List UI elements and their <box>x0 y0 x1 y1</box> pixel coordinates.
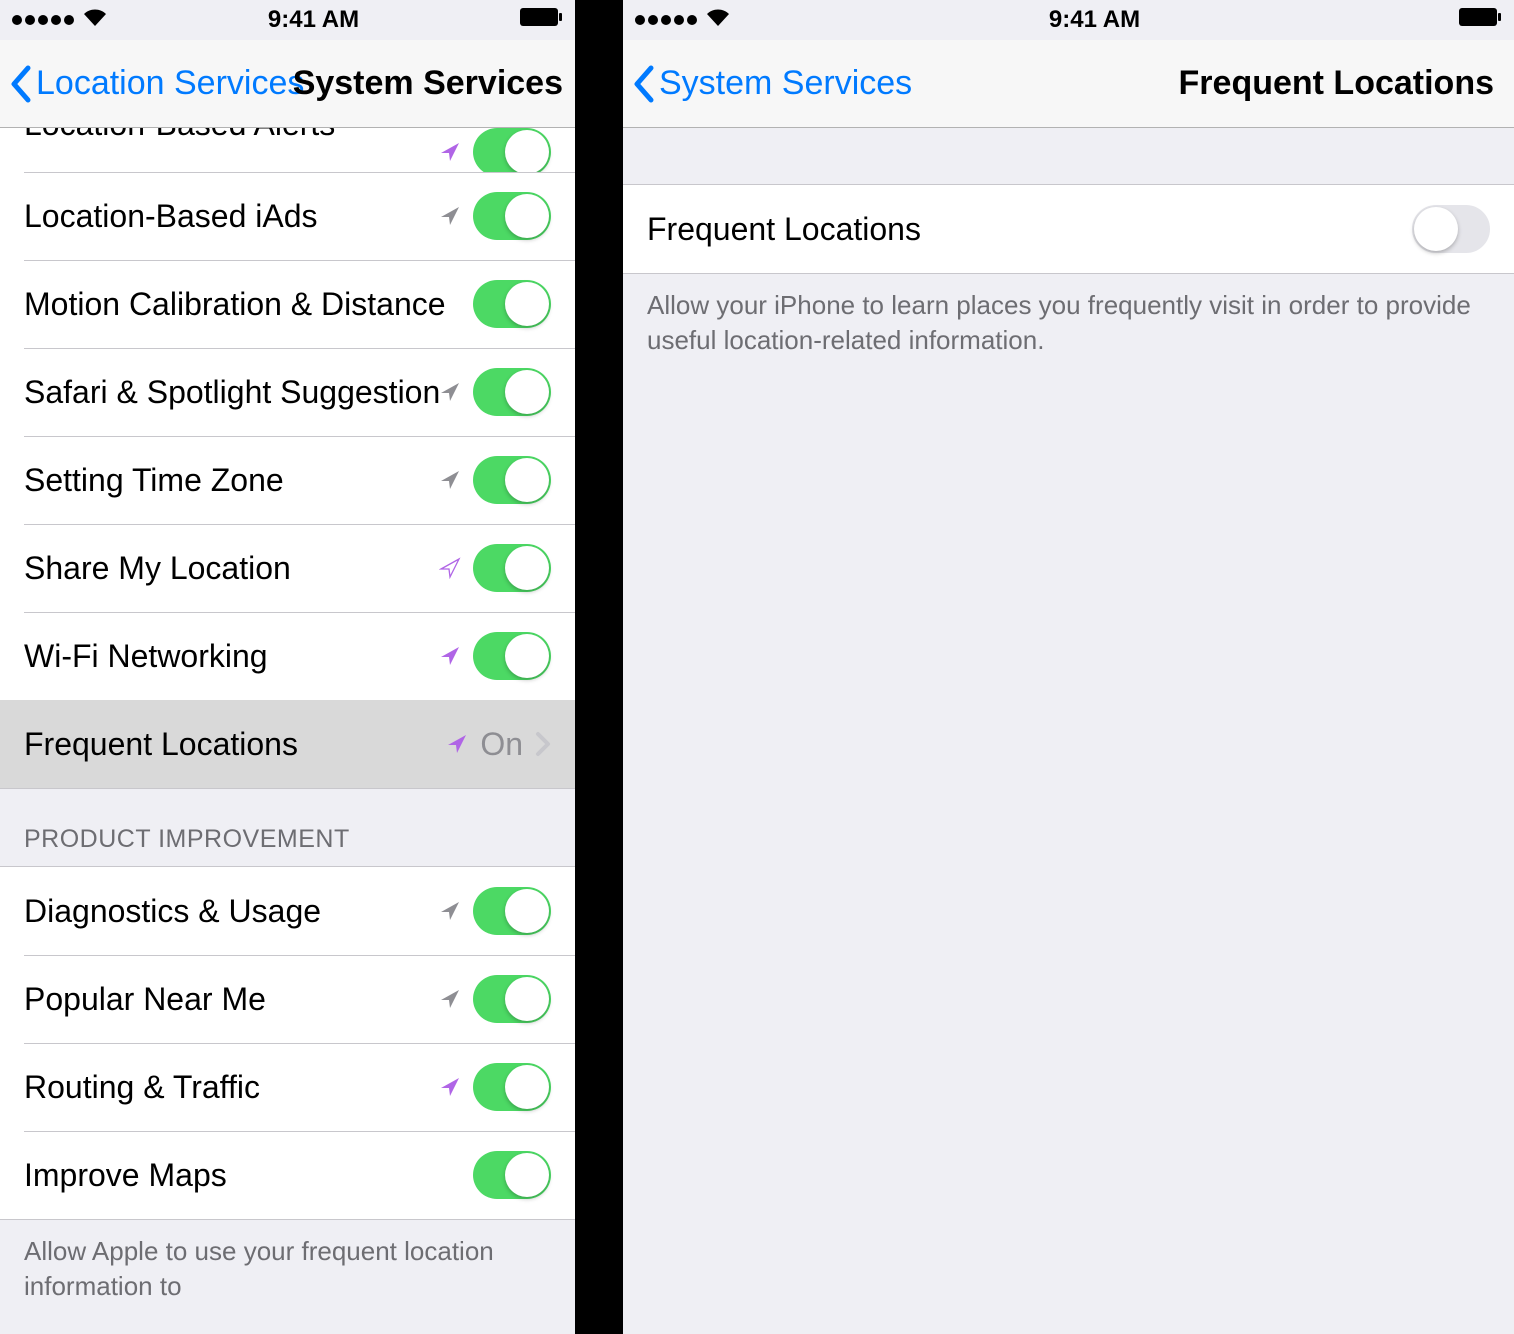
row-accessories <box>473 280 551 328</box>
row-accessories <box>439 1063 551 1111</box>
toggle-switch[interactable] <box>473 975 551 1023</box>
row-accessories <box>439 975 551 1023</box>
battery-icon <box>1458 6 1502 34</box>
back-button[interactable]: Location Services <box>8 64 304 104</box>
section-product-improvement: Diagnostics & Usage Popular Near Me Routin… <box>0 866 575 1220</box>
row-label: Frequent Locations <box>647 211 1412 248</box>
toggle-switch[interactable] <box>473 544 551 592</box>
toggle-switch[interactable] <box>473 1063 551 1111</box>
status-right <box>519 6 563 34</box>
row-frequent-locations[interactable]: Frequent Locations On <box>0 700 575 788</box>
toggle-switch[interactable] <box>473 128 551 176</box>
chevron-left-icon <box>631 64 657 104</box>
settings-row[interactable]: Share My Location <box>0 524 575 612</box>
back-label: Location Services <box>36 64 304 103</box>
location-arrow-icon <box>446 733 468 755</box>
location-arrow-icon <box>439 469 461 491</box>
status-right <box>1458 6 1502 34</box>
wifi-icon <box>82 6 108 34</box>
row-accessories <box>439 887 551 935</box>
row-label: Improve Maps <box>24 1157 473 1194</box>
section-header-product-improvement: PRODUCT IMPROVEMENT <box>0 789 575 866</box>
toggle-switch[interactable] <box>473 456 551 504</box>
row-label: Location-Based iAds <box>24 198 439 235</box>
footer-text: Allow your iPhone to learn places you fr… <box>623 274 1514 358</box>
row-value: On <box>480 726 523 763</box>
wifi-icon <box>705 6 731 34</box>
location-arrow-icon <box>439 900 461 922</box>
row-label: Frequent Locations <box>24 726 446 763</box>
back-button[interactable]: System Services <box>631 64 912 104</box>
page-title: System Services <box>293 64 563 103</box>
chevron-left-icon <box>8 64 34 104</box>
row-accessories <box>439 128 551 176</box>
row-accessories <box>439 632 551 680</box>
row-label: Diagnostics & Usage <box>24 893 439 930</box>
row-frequent-locations-toggle[interactable]: Frequent Locations <box>623 185 1514 273</box>
location-arrow-icon <box>439 141 461 163</box>
signal-dots-icon <box>635 15 697 25</box>
toggle-switch[interactable] <box>473 1151 551 1199</box>
battery-icon <box>519 6 563 34</box>
row-label: Setting Time Zone <box>24 462 439 499</box>
section-system-services: Location-Based Alerts Location-Based iAds… <box>0 128 575 789</box>
toggle-switch[interactable] <box>473 192 551 240</box>
phone-screen-right: 9:41 AM System Services Frequent Locatio… <box>623 0 1514 1334</box>
settings-row[interactable]: Routing & Traffic <box>0 1043 575 1131</box>
status-bar: 9:41 AM <box>623 0 1514 40</box>
row-label: Share My Location <box>24 550 439 587</box>
row-accessories <box>473 1151 551 1199</box>
row-accessories <box>439 544 551 592</box>
row-label: Location-Based Alerts <box>24 128 439 143</box>
settings-list[interactable]: Frequent Locations Allow your iPhone to … <box>623 128 1514 1334</box>
row-accessories <box>439 456 551 504</box>
footer-text: Allow Apple to use your frequent locatio… <box>0 1220 575 1304</box>
chevron-right-icon <box>535 731 551 757</box>
phone-screen-left: 9:41 AM Location Services System Service… <box>0 0 575 1334</box>
status-left <box>635 6 731 34</box>
row-accessories <box>439 192 551 240</box>
row-label: Routing & Traffic <box>24 1069 439 1106</box>
back-label: System Services <box>659 64 912 103</box>
settings-list[interactable]: Location-Based Alerts Location-Based iAds… <box>0 128 575 1334</box>
toggle-switch[interactable] <box>473 632 551 680</box>
status-time: 9:41 AM <box>1049 6 1140 34</box>
toggle-switch[interactable] <box>473 280 551 328</box>
row-label: Popular Near Me <box>24 981 439 1018</box>
section-frequent-locations: Frequent Locations <box>623 184 1514 274</box>
toggle-switch[interactable] <box>473 887 551 935</box>
toggle-switch[interactable] <box>473 368 551 416</box>
page-title: Frequent Locations <box>1179 64 1494 103</box>
toggle-frequent-locations[interactable] <box>1412 205 1490 253</box>
row-accessories <box>1412 205 1490 253</box>
location-arrow-icon <box>439 205 461 227</box>
settings-row[interactable]: Setting Time Zone <box>0 436 575 524</box>
location-arrow-icon <box>439 988 461 1010</box>
settings-row[interactable]: Location-Based Alerts <box>0 128 575 172</box>
location-arrow-icon <box>439 1076 461 1098</box>
settings-row[interactable]: Safari & Spotlight Suggestions <box>0 348 575 436</box>
signal-dots-icon <box>12 15 74 25</box>
nav-bar: System Services Frequent Locations <box>623 40 1514 128</box>
settings-row[interactable]: Popular Near Me <box>0 955 575 1043</box>
nav-bar: Location Services System Services <box>0 40 575 128</box>
settings-row[interactable]: Diagnostics & Usage <box>0 867 575 955</box>
location-arrow-icon <box>439 557 461 579</box>
settings-row[interactable]: Improve Maps <box>0 1131 575 1219</box>
row-accessories: On <box>446 726 551 763</box>
status-time: 9:41 AM <box>268 6 359 34</box>
row-label: Wi-Fi Networking <box>24 638 439 675</box>
settings-row[interactable]: Wi-Fi Networking <box>0 612 575 700</box>
row-accessories <box>439 368 551 416</box>
row-label: Safari & Spotlight Suggestions <box>24 374 439 411</box>
settings-row[interactable]: Motion Calibration & Distance <box>0 260 575 348</box>
status-bar: 9:41 AM <box>0 0 575 40</box>
location-arrow-icon <box>439 381 461 403</box>
location-arrow-icon <box>439 645 461 667</box>
row-label: Motion Calibration & Distance <box>24 286 473 323</box>
settings-row[interactable]: Location-Based iAds <box>0 172 575 260</box>
status-left <box>12 6 108 34</box>
